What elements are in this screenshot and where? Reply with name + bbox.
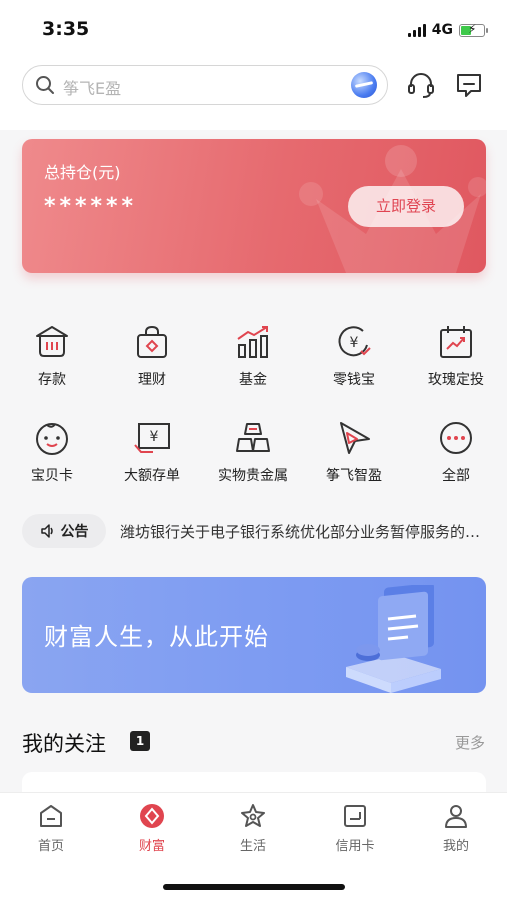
status-time: 3:35 — [42, 18, 90, 40]
voice-assistant-icon[interactable] — [351, 72, 377, 98]
grid-item-baby-card[interactable]: 宝贝卡 — [6, 418, 98, 485]
change-treasure-icon: ¥ — [338, 326, 371, 357]
notice-tag[interactable]: 公告 — [22, 514, 106, 548]
holdings-label: 总持仓(元) — [44, 163, 121, 182]
notice-tag-label: 公告 — [60, 524, 89, 540]
customer-service-button[interactable] — [404, 68, 438, 102]
calendar-invest-icon — [440, 326, 472, 358]
grid-item-label: 宝贝卡 — [31, 468, 73, 484]
wealth-icon — [140, 804, 164, 828]
grid-item-fund[interactable]: 基金 — [207, 322, 299, 389]
follow-count-badge: 1 — [130, 731, 150, 751]
network-type: 4G — [431, 22, 453, 38]
credit-card-icon — [344, 805, 366, 827]
grid-item-kite-smart[interactable]: 筝飞智盈 — [308, 418, 400, 485]
grid-item-change-treasure[interactable]: ¥ 零钱宝 — [308, 322, 400, 389]
tab-life[interactable]: 生活 — [213, 801, 293, 854]
tab-wealth[interactable]: 财富 — [112, 801, 192, 854]
wealth-bag-icon — [137, 325, 167, 358]
large-deposit-icon: ¥ — [134, 423, 170, 453]
search-placeholder: 筝飞E盈 — [63, 79, 122, 98]
message-icon — [457, 74, 481, 97]
life-icon — [241, 804, 265, 827]
notice-text[interactable]: 潍坊银行关于电子银行系统优化部分业务暂停服务的公告 — [120, 521, 486, 542]
grid-item-label: 玫瑰定投 — [428, 372, 484, 388]
grid-item-label: 理财 — [138, 372, 166, 388]
promo-banner[interactable]: 财富人生，从此开始 — [22, 577, 486, 693]
grid-item-label: 全部 — [442, 468, 470, 484]
svg-text:¥: ¥ — [150, 429, 159, 445]
tab-label: 生活 — [239, 839, 266, 854]
grid-item-label: 实物贵金属 — [218, 468, 288, 484]
tab-home[interactable]: 首页 — [11, 801, 91, 854]
grid-item-wealth[interactable]: 理财 — [106, 322, 198, 389]
tab-label: 信用卡 — [335, 839, 375, 854]
status-bar: 3:35 4G ⚡ — [0, 0, 507, 60]
tab-mine[interactable]: 我的 — [416, 801, 496, 854]
more-link[interactable]: 更多 — [455, 732, 485, 753]
follow-title: 我的关注 — [22, 732, 106, 756]
home-icon — [40, 805, 62, 827]
tab-credit-card[interactable]: 信用卡 — [315, 801, 395, 854]
grid-item-deposit[interactable]: 存款 — [6, 322, 98, 389]
svg-text:¥: ¥ — [350, 335, 359, 351]
home-indicator — [163, 884, 345, 890]
grid-item-rose-invest[interactable]: 玫瑰定投 — [410, 322, 502, 389]
gold-bars-icon — [236, 423, 270, 452]
search-icon — [36, 76, 54, 94]
grid-item-label: 存款 — [38, 372, 66, 388]
signal-icon — [407, 23, 426, 37]
grid-item-label: 筝飞智盈 — [326, 468, 382, 484]
baby-face-icon — [36, 423, 68, 455]
fund-chart-icon — [237, 326, 268, 358]
grid-item-label: 基金 — [239, 372, 267, 388]
grid-item-large-deposit[interactable]: ¥ 大额存单 — [106, 418, 198, 485]
speaker-icon — [40, 524, 53, 538]
grid-item-all[interactable]: 全部 — [410, 418, 502, 485]
banner-text: 财富人生，从此开始 — [44, 623, 269, 651]
profile-icon — [445, 805, 467, 828]
document-illustration — [346, 585, 441, 693]
tab-label: 财富 — [138, 839, 165, 854]
grid-item-label: 大额存单 — [124, 468, 180, 484]
battery-icon: ⚡ — [459, 22, 488, 37]
grid-item-label: 零钱宝 — [333, 372, 375, 388]
status-indicators: 4G ⚡ — [407, 22, 488, 38]
tab-label: 我的 — [442, 839, 469, 854]
holdings-card: 总持仓(元) ****** 立即登录 — [22, 139, 486, 273]
search-input[interactable]: 筝飞E盈 — [22, 65, 388, 105]
kite-icon — [340, 422, 370, 454]
holdings-amount[interactable]: ****** — [44, 194, 137, 219]
headset-icon — [408, 73, 434, 98]
tab-label: 首页 — [37, 839, 64, 854]
more-dots-icon — [440, 422, 472, 454]
message-button[interactable] — [452, 68, 486, 102]
grid-item-precious-metal[interactable]: 实物贵金属 — [207, 418, 299, 485]
bank-icon — [36, 326, 68, 357]
login-button[interactable]: 立即登录 — [348, 186, 464, 227]
